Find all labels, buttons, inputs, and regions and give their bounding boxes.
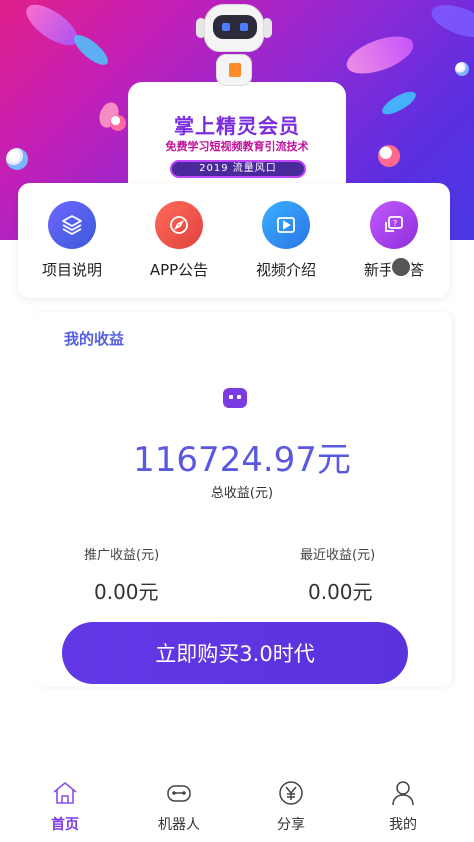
compass-icon [155, 201, 203, 249]
banner-subtitle: 免费学习短视频教育引流技术 [165, 140, 309, 153]
promo-earnings-label: 推广收益(元) [84, 548, 160, 563]
buy-now-button[interactable]: 立即购买3.0时代 [62, 622, 408, 684]
recent-earnings-label: 最近收益(元) [300, 548, 376, 563]
tab-robot[interactable]: 机器人 [120, 778, 238, 834]
tab-mine[interactable]: 我的 [344, 778, 462, 834]
floating-settings-icon[interactable] [390, 256, 412, 278]
nav-label: 视频介绍 [255, 261, 316, 279]
tab-share[interactable]: 分享 [232, 778, 350, 834]
video-icon [262, 201, 310, 249]
nav-item-app-notice[interactable]: APP公告 [129, 201, 229, 280]
promo-earnings-value: 0.00元 [94, 580, 159, 604]
tab-label: 首页 [51, 817, 79, 833]
nav-item-video-intro[interactable]: 视频介绍 [236, 201, 336, 280]
bottom-tab-bar: 首页 机器人 分享 我的 [0, 770, 474, 842]
home-icon [50, 778, 80, 808]
yen-icon [276, 778, 306, 808]
quick-nav: 项目说明 APP公告 视频介绍 ? 新手问答 [18, 183, 450, 298]
decor-ball [378, 145, 400, 167]
robot-icon [164, 778, 194, 808]
nav-label: 项目说明 [41, 261, 102, 279]
tab-label: 分享 [277, 817, 305, 833]
total-earnings: 116724.97元 [133, 440, 351, 480]
banner-title: 掌上精灵会员 [174, 114, 300, 138]
earnings-title: 我的收益 [64, 330, 125, 348]
recent-earnings-value: 0.00元 [308, 580, 373, 604]
decor-shape [19, 0, 85, 53]
decor-ball [455, 62, 469, 76]
robot-icon [220, 386, 250, 410]
question-chat-icon: ? [370, 201, 418, 249]
decor-shape [427, 0, 474, 44]
tab-home[interactable]: 首页 [6, 778, 124, 834]
decor-shape [379, 87, 419, 119]
tab-label: 我的 [389, 817, 417, 833]
robot-mascot-icon [196, 4, 272, 90]
user-icon [388, 778, 418, 808]
tab-label: 机器人 [158, 817, 200, 833]
nav-item-project-intro[interactable]: 项目说明 [22, 201, 122, 280]
decor-ball [6, 148, 28, 170]
nav-label: APP公告 [149, 261, 209, 279]
decor-shape [69, 30, 113, 70]
decor-ball [110, 115, 126, 131]
earnings-card: 我的收益 116724.97元 总收益(元) 推广收益(元) 0.00元 最近收… [32, 312, 452, 687]
decor-shape [341, 28, 419, 82]
total-earnings-label: 总收益(元) [210, 486, 274, 501]
banner-tag: 2019 流量风口 [170, 160, 306, 178]
svg-text:?: ? [393, 219, 397, 228]
layers-icon [48, 201, 96, 249]
